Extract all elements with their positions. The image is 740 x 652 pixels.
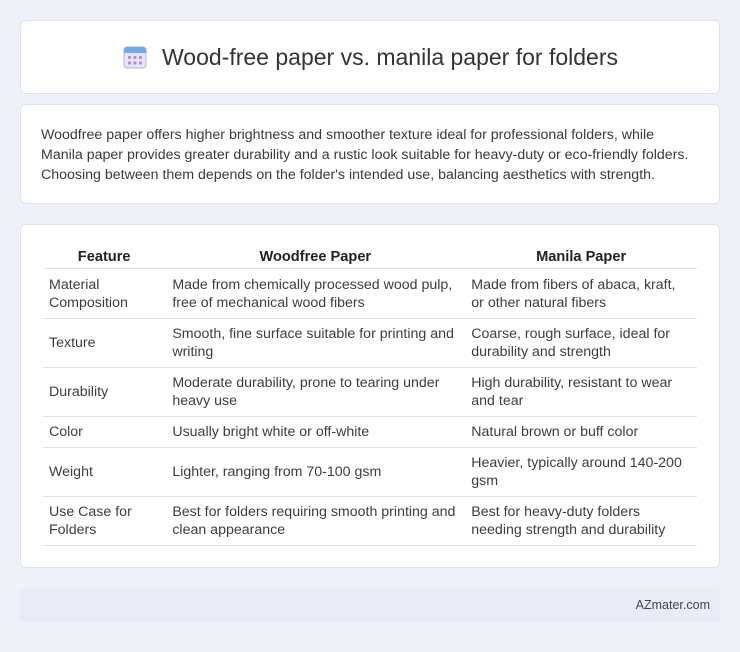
table-row: Color Usually bright white or off-white … (43, 416, 697, 448)
comparison-table-card: Feature Woodfree Paper Manila Paper Mate… (20, 224, 720, 568)
table-row: Texture Smooth, fine surface suitable fo… (43, 318, 697, 368)
row-manila: Natural brown or buff color (464, 416, 697, 448)
column-header-manila: Manila Paper (464, 245, 697, 269)
row-feature: Durability (43, 367, 166, 417)
column-header-feature: Feature (43, 245, 166, 269)
summary-card: Woodfree paper offers higher brightness … (20, 104, 720, 204)
column-header-woodfree: Woodfree Paper (165, 245, 465, 269)
row-manila: High durability, resistant to wear and t… (464, 367, 697, 417)
table-row: Use Case for Folders Best for folders re… (43, 496, 697, 546)
row-woodfree: Lighter, ranging from 70-100 gsm (165, 447, 465, 497)
summary-text: Woodfree paper offers higher brightness … (41, 127, 689, 183)
row-woodfree: Moderate durability, prone to tearing un… (165, 367, 465, 417)
row-feature: Color (43, 416, 166, 448)
page-title: Wood-free paper vs. manila paper for fol… (162, 43, 618, 70)
row-manila: Heavier, typically around 140-200 gsm (464, 447, 697, 497)
row-feature: Material Composition (43, 268, 166, 319)
row-manila: Coarse, rough surface, ideal for durabil… (464, 318, 697, 368)
row-manila: Best for heavy-duty folders needing stre… (464, 496, 697, 546)
table-row: Material Composition Made from chemicall… (43, 268, 697, 319)
row-woodfree: Made from chemically processed wood pulp… (165, 268, 465, 319)
row-manila: Made from fibers of abaca, kraft, or oth… (464, 268, 697, 319)
footer-bar: AZmater.com (20, 588, 720, 622)
footer-site-name: AZmater.com (635, 598, 710, 612)
title-card: Wood-free paper vs. manila paper for fol… (20, 20, 720, 94)
row-woodfree: Usually bright white or off-white (165, 416, 465, 448)
row-woodfree: Best for folders requiring smooth printi… (165, 496, 465, 546)
row-feature: Weight (43, 447, 166, 497)
title-wrap: Wood-free paper vs. manila paper for fol… (122, 44, 618, 71)
row-woodfree: Smooth, fine surface suitable for printi… (165, 318, 465, 368)
table-row: Weight Lighter, ranging from 70-100 gsm … (43, 447, 697, 497)
row-feature: Texture (43, 318, 166, 368)
row-feature: Use Case for Folders (43, 496, 166, 546)
comparison-table: Feature Woodfree Paper Manila Paper Mate… (43, 245, 697, 546)
calendar-icon (123, 46, 147, 69)
table-header-row: Feature Woodfree Paper Manila Paper (43, 245, 697, 269)
table-row: Durability Moderate durability, prone to… (43, 367, 697, 417)
